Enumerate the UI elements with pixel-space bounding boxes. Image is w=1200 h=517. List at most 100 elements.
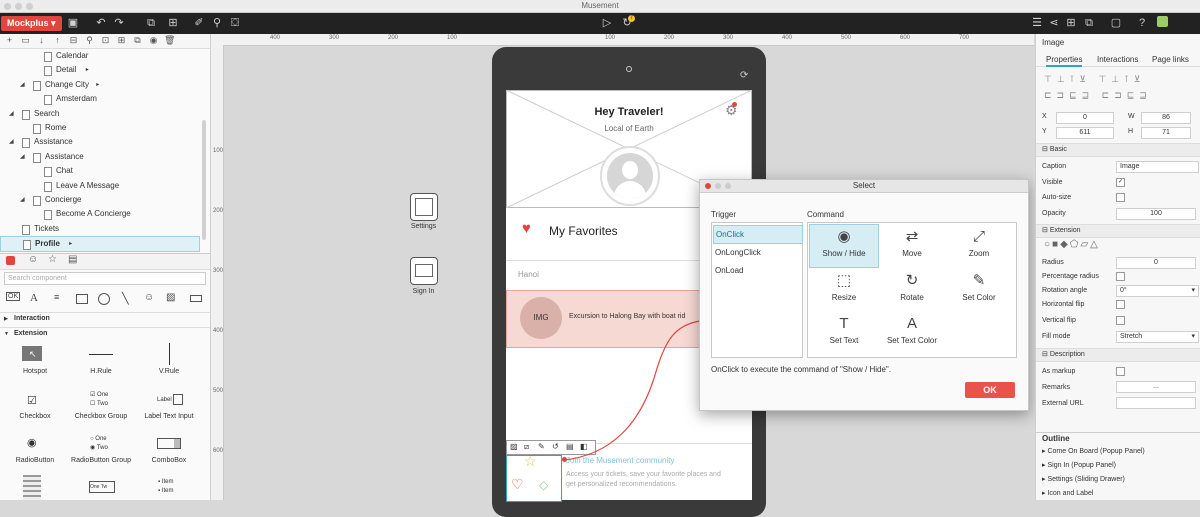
dialog-zoom-button[interactable] (725, 183, 731, 189)
command-show-hide[interactable]: ◉ Show / Hide (809, 224, 879, 268)
settings-widget[interactable] (410, 193, 438, 221)
ok-button[interactable]: OK (965, 382, 1015, 398)
help-icon[interactable]: ? (1135, 16, 1149, 31)
percentage-radius-checkbox[interactable] (1116, 272, 1125, 281)
page-tree-item[interactable]: Chat (0, 164, 198, 178)
page-tree-item[interactable]: Calendar (0, 49, 198, 63)
rectangle-component-icon[interactable] (76, 294, 88, 304)
export-icon[interactable]: ⊞ (1064, 16, 1078, 31)
expand-arrow-icon[interactable]: ◢ (20, 78, 25, 92)
image-tool-icon[interactable]: ▨ (510, 442, 518, 451)
y-input[interactable]: 611 (1056, 127, 1114, 139)
expand-arrow-icon[interactable]: ◢ (9, 135, 14, 149)
tab-properties[interactable]: Properties (1046, 55, 1083, 67)
as-markup-checkbox[interactable] (1116, 367, 1125, 376)
hrule-component-icon[interactable] (89, 354, 113, 355)
checkbox-group-component-icon[interactable]: ☑ One ☐ Two (90, 391, 108, 409)
interaction-section-header[interactable]: ▶ Interaction (0, 312, 210, 325)
user-icon[interactable] (1155, 16, 1169, 32)
save-icon[interactable]: ▣ (66, 16, 80, 31)
copy-icon[interactable]: ⧉ (1082, 16, 1096, 31)
share-icon[interactable]: ⋖ (1047, 16, 1061, 31)
edit-icon[interactable]: ✎ (538, 442, 545, 451)
outline-item[interactable]: ▸ Come On Board (Popup Panel) (1042, 447, 1145, 455)
visible-checkbox[interactable]: ✓ (1116, 178, 1125, 187)
component-search-input[interactable]: Search component (4, 272, 206, 285)
delete-icon[interactable]: 🗑 (164, 35, 175, 46)
image-component-icon[interactable]: ▨ (166, 292, 175, 303)
icon-component-icon[interactable]: ☺ (144, 292, 154, 303)
avatar[interactable] (600, 146, 660, 206)
label-text-input-component-icon[interactable]: Label (157, 394, 184, 405)
move-down-icon[interactable]: ↓ (36, 35, 47, 45)
brand-menu-button[interactable]: Mockplus ▾ (1, 16, 62, 31)
horizontal-flip-checkbox[interactable] (1116, 300, 1125, 309)
expand-arrow-icon[interactable]: ◢ (20, 150, 25, 164)
page-tree-item[interactable]: ◢ Search (0, 107, 198, 121)
extension-section-header[interactable]: ⊟ Extension (1036, 224, 1200, 238)
autosize-checkbox[interactable] (1116, 193, 1125, 202)
collapse-icon[interactable]: ⊡ (100, 35, 111, 46)
basic-section-header[interactable]: ⊟ Basic (1036, 143, 1200, 157)
shape-picker[interactable]: ○■◆⬠▱△ (1044, 239, 1100, 250)
page-tree-item[interactable]: ◢ Change City ▸ (0, 78, 198, 92)
command-zoom[interactable]: ⤢ Zoom (945, 225, 1013, 267)
brush-icon[interactable]: ✐ (192, 16, 206, 31)
opacity-input[interactable]: 100 (1116, 208, 1196, 220)
rotate-icon[interactable]: ⟳ (740, 70, 748, 81)
paragraph-component-icon[interactable]: ≡ (54, 292, 59, 302)
duplicate-icon[interactable]: ⧉ (132, 35, 143, 46)
indent-icon[interactable]: ⊟ (68, 35, 79, 46)
page-tree-item[interactable]: Profile ▸ (0, 236, 200, 253)
h-input[interactable]: 71 (1141, 127, 1191, 139)
radiobutton-group-component-icon[interactable]: ○ One ◉ Two (90, 435, 108, 453)
line-component-icon[interactable]: ╲ (122, 292, 129, 305)
group-icon[interactable]: ⧉ (144, 16, 158, 31)
list-component-icon[interactable] (23, 475, 41, 500)
tab-bar-component-icon[interactable]: One Tw (89, 481, 115, 493)
outline-item[interactable]: ▸ Icon and Label (1042, 489, 1093, 497)
item-list-component-icon[interactable]: ▪ Item ▪ Item (158, 478, 173, 496)
page-tree-item[interactable]: Leave A Message (0, 179, 198, 193)
outline-header[interactable]: Outline (1036, 432, 1200, 445)
page-tree-item[interactable]: Detail ▸ (0, 63, 198, 77)
button-component-icon[interactable]: OK (6, 292, 21, 301)
command-move[interactable]: ⇄ Move (878, 225, 946, 267)
x-input[interactable]: 0 (1056, 112, 1114, 124)
link-icon[interactable]: ⚲ (210, 16, 224, 31)
emoji-icon[interactable]: ☺ (28, 254, 38, 265)
window-icon[interactable]: ▢ (1109, 16, 1123, 31)
combobox-component-icon[interactable] (157, 438, 181, 449)
radius-input[interactable]: 0 (1116, 257, 1196, 269)
expand-arrow-icon[interactable]: ◢ (9, 107, 14, 121)
mockplus-components-icon[interactable] (6, 256, 15, 265)
crop-icon[interactable]: ⧄ (524, 442, 529, 452)
align-toolbar-row-2[interactable]: ⊏⊐⊑⊒ ⊏⊐⊑⊒ (1044, 90, 1152, 101)
vrule-component-icon[interactable] (169, 343, 170, 365)
vertical-flip-checkbox[interactable] (1116, 316, 1125, 325)
extension-section-header[interactable]: ▼ Extension (0, 327, 210, 340)
page-tree-item[interactable]: ◢ Concierge (0, 193, 198, 207)
expand-arrow-icon[interactable]: ◢ (20, 193, 25, 207)
dialog-minimize-button[interactable] (715, 183, 721, 189)
search-icon[interactable]: ⚲ (84, 35, 95, 46)
trigger-onclick[interactable]: OnClick (713, 225, 803, 244)
text-component-icon[interactable]: A (30, 292, 38, 304)
page-tree-item[interactable]: Rome (0, 121, 198, 135)
play-icon[interactable]: ▷ (600, 16, 614, 31)
trigger-onload[interactable]: OnLoad (713, 262, 801, 279)
radiobutton-component-icon[interactable]: ◉ (27, 436, 37, 449)
page-tree-item[interactable]: ◢ Assistance (0, 150, 198, 164)
w-input[interactable]: 86 (1141, 112, 1191, 124)
ellipse-component-icon[interactable] (98, 293, 110, 305)
dialog-close-button[interactable] (705, 183, 711, 189)
description-section-header[interactable]: ⊟ Description (1036, 348, 1200, 362)
command-set-text[interactable]: T Set Text (810, 312, 878, 354)
tab-page-links[interactable]: Page links (1152, 55, 1189, 64)
page-tree-item[interactable]: Amsterdam (0, 92, 198, 106)
page-tree-item[interactable]: ◢ Assistance (0, 135, 198, 149)
undo-icon[interactable]: ↶ (94, 16, 108, 31)
align-toolbar-row-1[interactable]: ⊤⊥⊺⊻ ⊤⊥⊺⊻ (1044, 74, 1145, 85)
command-set-text-color[interactable]: A Set Text Color (878, 312, 946, 354)
ungroup-icon[interactable]: ⊞ (166, 16, 180, 31)
